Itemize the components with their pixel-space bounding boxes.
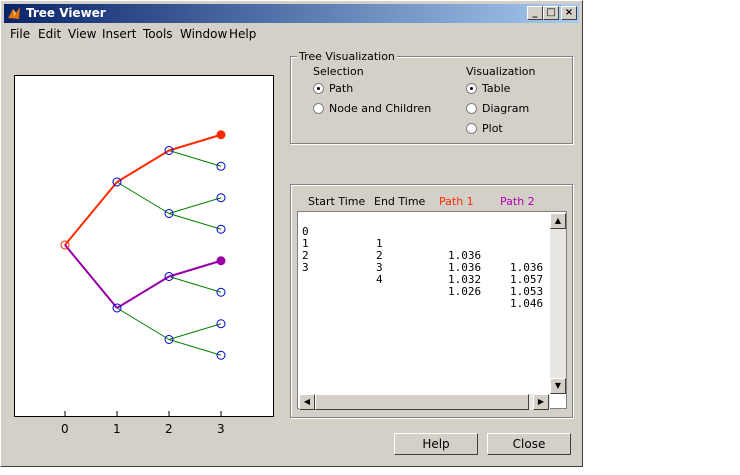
cell: 1.026 — [448, 285, 482, 298]
diagram-radio[interactable] — [466, 103, 477, 114]
x-tick-label: 2 — [165, 422, 173, 436]
tree-node[interactable] — [216, 256, 226, 266]
horizontal-scrollbar[interactable]: ◀ ▶ — [299, 394, 550, 410]
horizontal-scroll-thumb[interactable] — [315, 394, 529, 410]
tree-edge — [116, 181, 170, 214]
tree-edge — [168, 150, 222, 167]
scroll-right-icon[interactable]: ▶ — [533, 394, 549, 410]
tree-edge — [168, 276, 222, 293]
x-tick-label: 0 — [61, 422, 69, 436]
cell: 1.046 — [510, 297, 544, 310]
table-row[interactable]: 1 2 1.036 1.057 — [302, 226, 543, 286]
header-path-1: Path 1 — [439, 195, 474, 208]
node-and-children-radio[interactable] — [313, 103, 324, 114]
plot-radio-label[interactable]: Plot — [482, 122, 503, 135]
diagram-radio-label[interactable]: Diagram — [482, 102, 529, 115]
header-path-2: Path 2 — [500, 195, 535, 208]
plot-radio[interactable] — [466, 123, 477, 134]
path-2-segment — [116, 275, 170, 309]
close-button[interactable]: Close — [487, 433, 571, 455]
path-2-segment — [168, 259, 222, 278]
table-radio-label[interactable]: Table — [482, 82, 510, 95]
header-start-time: Start Time — [308, 195, 366, 208]
table-row[interactable]: 3 4 1.026 1.046 — [302, 250, 543, 310]
scroll-up-icon[interactable]: ▲ — [550, 213, 566, 229]
tree-edge — [168, 323, 222, 340]
cell: 4 — [376, 273, 383, 286]
scroll-left-icon[interactable]: ◀ — [299, 394, 315, 410]
help-button[interactable]: Help — [394, 433, 478, 455]
tree-edge — [116, 307, 170, 340]
node-and-children-radio-label[interactable]: Node and Children — [329, 102, 431, 115]
visualization-heading: Visualization — [466, 65, 536, 78]
table-row[interactable]: 0 1 1.036 1.036 — [302, 214, 543, 274]
x-tick-label: 1 — [113, 422, 121, 436]
tree-edge — [168, 339, 222, 356]
tree-edge — [168, 197, 222, 214]
path-radio-label[interactable]: Path — [329, 82, 353, 95]
path-1-segment — [168, 133, 222, 152]
x-tick-label: 3 — [217, 422, 225, 436]
cell: 3 — [302, 261, 309, 274]
path-radio[interactable] — [313, 83, 324, 94]
tree-edge — [168, 213, 222, 230]
scroll-down-icon[interactable]: ▼ — [550, 378, 566, 394]
vertical-scrollbar[interactable]: ▲ ▼ — [550, 213, 566, 394]
path-1-segment — [64, 181, 118, 246]
tree-visualization-legend: Tree Visualization — [297, 50, 397, 63]
table-row[interactable]: 2 3 1.032 1.053 — [302, 238, 543, 298]
table-listbox[interactable]: 0 1 1.036 1.036 1 2 1.036 1.057 2 3 1.03… — [297, 211, 567, 409]
path-2-segment — [64, 244, 118, 309]
path-1-segment — [116, 149, 170, 183]
selection-heading: Selection — [313, 65, 364, 78]
tree-node[interactable] — [216, 130, 226, 140]
table-radio[interactable] — [466, 83, 477, 94]
header-end-time: End Time — [374, 195, 426, 208]
